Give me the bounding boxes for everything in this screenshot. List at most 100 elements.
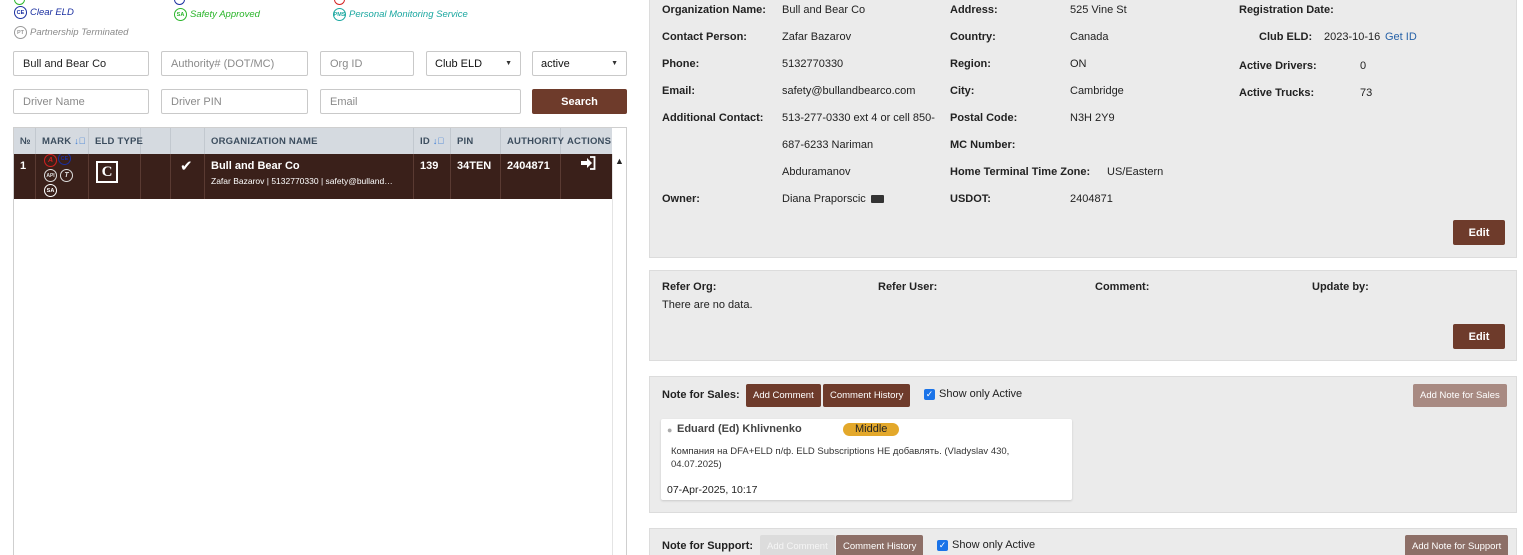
- header-blank-2: [171, 128, 205, 154]
- sales-comment-history-button[interactable]: Comment History: [823, 384, 911, 407]
- cell-actions: [561, 154, 612, 199]
- sales-note-item: ● Eduard (Ed) Khlivnenko Middle Компания…: [661, 419, 1072, 500]
- mark-safety-approved-icon: SA: [44, 184, 57, 197]
- header-org-name: ORGANIZATION NAME: [205, 128, 414, 154]
- time-zone-value: US/Eastern: [1107, 166, 1164, 178]
- eld-type-select[interactable]: Club ELD ▼: [426, 51, 521, 76]
- header-id-label: ID: [420, 135, 430, 147]
- email-value: safety@bullandbearco.com: [782, 85, 916, 97]
- sign-in-icon[interactable]: [580, 156, 596, 170]
- add-note-for-sales-button[interactable]: Add Note for Sales: [1413, 384, 1507, 407]
- status-select[interactable]: active ▼: [532, 51, 627, 76]
- user-icon: ●: [667, 425, 673, 435]
- support-show-active-checkbox[interactable]: ✓ Show only Active: [937, 539, 1035, 551]
- org-sub-text: Zafar Bazarov | 5132770330 | safety@bull…: [211, 176, 393, 186]
- sales-add-comment-button[interactable]: Add Comment: [746, 384, 821, 407]
- edit-refer-button[interactable]: Edit: [1453, 324, 1505, 349]
- eld-type-select-value: Club ELD: [435, 57, 483, 70]
- driver-pin-input[interactable]: [161, 89, 308, 114]
- cell-id: 139: [414, 154, 451, 199]
- mark-api-icon: API: [44, 169, 57, 182]
- support-note-title: Note for Support:: [662, 540, 754, 552]
- org-name-text: Bull and Bear Co: [211, 160, 300, 172]
- cell-authority: 2404871: [501, 154, 561, 199]
- support-show-active-label: Show only Active: [952, 539, 1036, 551]
- postal-code-label: Postal Code:: [950, 112, 1018, 124]
- registration-date-label: Registration Date:: [1239, 4, 1334, 16]
- legend-partnership-terminated: PT Partnership Terminated: [14, 26, 128, 39]
- table-scrollbar[interactable]: ▲: [612, 154, 626, 555]
- owner-value: Diana Praporscic: [782, 193, 884, 205]
- circle-icon: [174, 0, 185, 5]
- phone-value: 5132770330: [782, 58, 844, 70]
- stripe-icon: [870, 195, 884, 204]
- driver-name-input[interactable]: [13, 89, 149, 114]
- contact-person-label: Contact Person:: [662, 31, 747, 43]
- table-header: № MARK ↓⃓ ELD TYPE ORGANIZATION NAME ID ↓⃓…: [14, 128, 612, 154]
- email-input[interactable]: [320, 89, 521, 114]
- cell-blank: [141, 154, 171, 199]
- support-add-comment-button[interactable]: Add Comment: [760, 535, 835, 555]
- note-text-line-2: 04.07.2025): [671, 459, 722, 470]
- org-id-input[interactable]: [320, 51, 414, 76]
- active-drivers-label: Active Drivers:: [1239, 60, 1317, 72]
- header-authority: AUTHORITY: [501, 128, 564, 154]
- sales-show-active-checkbox[interactable]: ✓ Show only Active: [924, 388, 1022, 400]
- checkmark-icon: ✔: [171, 154, 205, 199]
- additional-contact-line-2: 687-6233 Nariman: [782, 139, 874, 151]
- region-value: ON: [1070, 58, 1087, 70]
- cell-eld-type: C: [89, 154, 141, 199]
- additional-contact-line-3: Abduramanov: [782, 166, 851, 178]
- legend-item-top-3: [334, 0, 345, 5]
- sales-note-title: Note for Sales:: [662, 389, 740, 401]
- country-label: Country:: [950, 31, 996, 43]
- get-id-link[interactable]: Get ID: [1385, 31, 1417, 43]
- refer-user-label: Refer User:: [878, 281, 938, 293]
- club-eld-icon: C: [96, 161, 118, 183]
- header-id[interactable]: ID ↓⃓: [414, 128, 451, 154]
- sales-show-active-label: Show only Active: [939, 388, 1023, 400]
- country-value: Canada: [1070, 31, 1109, 43]
- cell-pin: 34TEN: [451, 154, 501, 199]
- sort-icon: ↓⃓: [74, 136, 86, 146]
- header-eld-type: ELD TYPE: [89, 128, 143, 154]
- contact-person-value: Zafar Bazarov: [782, 31, 852, 43]
- org-name-input[interactable]: [13, 51, 149, 76]
- header-mark-label: MARK: [42, 135, 72, 147]
- city-value: Cambridge: [1070, 85, 1124, 97]
- refer-card: Refer Org: Refer User: Comment: Update b…: [649, 270, 1517, 361]
- mark-clear-eld-icon: CE: [58, 154, 71, 165]
- checkbox-checked-icon: ✓: [937, 539, 948, 551]
- additional-contact-line-1: 513-277-0330 ext 4 or cell 850-: [782, 112, 935, 124]
- note-text-line-1: Компания на DFA+ELD п/ф. ELD Subscriptio…: [671, 446, 1010, 457]
- authority-input[interactable]: [161, 51, 308, 76]
- support-comment-history-button[interactable]: Comment History: [836, 535, 924, 555]
- refer-update-label: Update by:: [1312, 281, 1369, 293]
- cell-num: 1: [14, 154, 36, 199]
- add-note-for-support-button[interactable]: Add Note for Support: [1405, 535, 1509, 555]
- email-label: Email:: [662, 85, 696, 97]
- circle-icon: [334, 0, 345, 5]
- header-actions: ACTIONS: [567, 135, 612, 147]
- search-button[interactable]: Search: [532, 89, 627, 114]
- organizations-table: № MARK ↓⃓ ELD TYPE ORGANIZATION NAME ID ↓⃓…: [13, 127, 627, 555]
- header-mark[interactable]: MARK ↓⃓: [36, 128, 89, 154]
- refer-comment-label: Comment:: [1095, 281, 1150, 293]
- header-num: №: [14, 128, 36, 154]
- cell-mark: A CE API T SA: [36, 154, 89, 199]
- org-name-label: Organization Name:: [662, 4, 766, 16]
- checkbox-checked-icon: ✓: [924, 388, 935, 400]
- table-row[interactable]: 1 A CE API T SA C ✔ Bull and Bear Co Zaf…: [14, 154, 612, 199]
- header-blank-1: [141, 128, 171, 154]
- legend-label: Safety Approved: [190, 9, 260, 20]
- mark-legend: CE Clear ELD SA Safety Approved PMS Pers…: [14, 0, 634, 39]
- partnership-terminated-icon: PT: [14, 26, 27, 39]
- usdot-label: USDOT:: [950, 193, 991, 205]
- additional-contact-label: Additional Contact:: [662, 112, 764, 124]
- address-label: Address:: [950, 4, 998, 16]
- legend-safety-approved: SA Safety Approved: [174, 8, 260, 21]
- scroll-up-icon[interactable]: ▲: [615, 156, 624, 166]
- address-value: 525 Vine St: [1070, 4, 1127, 16]
- refer-org-label: Refer Org:: [662, 281, 717, 293]
- edit-org-button[interactable]: Edit: [1453, 220, 1505, 245]
